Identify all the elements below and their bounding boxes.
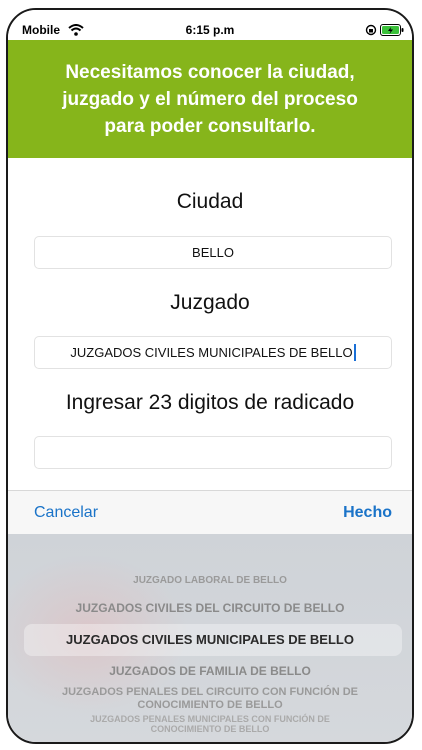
status-time: 6:15 p.m [185,23,235,37]
info-header: Necesitamos conocer la ciudad, juzgado y… [8,40,412,158]
picker-item[interactable]: JUZGADOS CIVILES DEL CIRCUITO DE BELLO [8,601,412,615]
picker-item-selected[interactable]: JUZGADOS CIVILES MUNICIPALES DE BELLO [8,632,412,647]
picker-item[interactable]: JUZGADO LABORAL DE BELLO [8,575,412,586]
orientation-lock-icon [365,23,377,41]
picker-item[interactable]: JUZGADOS PENALES MUNICIPALES CON FUNCIÓN… [8,714,412,734]
city-label: Ciudad [176,190,244,213]
battery-icon [380,23,404,41]
status-bar: Mobile 6:15 p.m [8,10,412,40]
done-button[interactable]: Hecho [343,504,392,522]
city-value: BELLO [192,245,234,260]
device-frame: Mobile 6:15 p.m Necesitamos conocer la c… [6,8,414,744]
header-message: Necesitamos conocer la ciudad, juzgado y… [62,61,358,137]
city-field[interactable]: BELLO [34,236,392,269]
text-caret [353,344,356,361]
court-label: Juzgado [170,291,250,314]
case-number-field[interactable] [34,436,392,469]
court-field[interactable]: JUZGADOS CIVILES MUNICIPALES DE BELLO [34,336,392,369]
picker-item[interactable]: JUZGADOS DE FAMILIA DE BELLO [8,664,412,678]
court-picker[interactable]: JUZGADO LABORAL DE BELLO JUZGADOS CIVILE… [8,534,412,742]
cancel-button[interactable]: Cancelar [34,504,98,522]
court-value: JUZGADOS CIVILES MUNICIPALES DE BELLO [70,345,353,360]
picker-item[interactable]: JUZGADOS PENALES DEL CIRCUITO CON FUNCIÓ… [8,686,412,712]
case-number-label: Ingresar 23 digitos de radicado [65,391,355,414]
picker-toolbar: Cancelar Hecho [8,490,412,535]
